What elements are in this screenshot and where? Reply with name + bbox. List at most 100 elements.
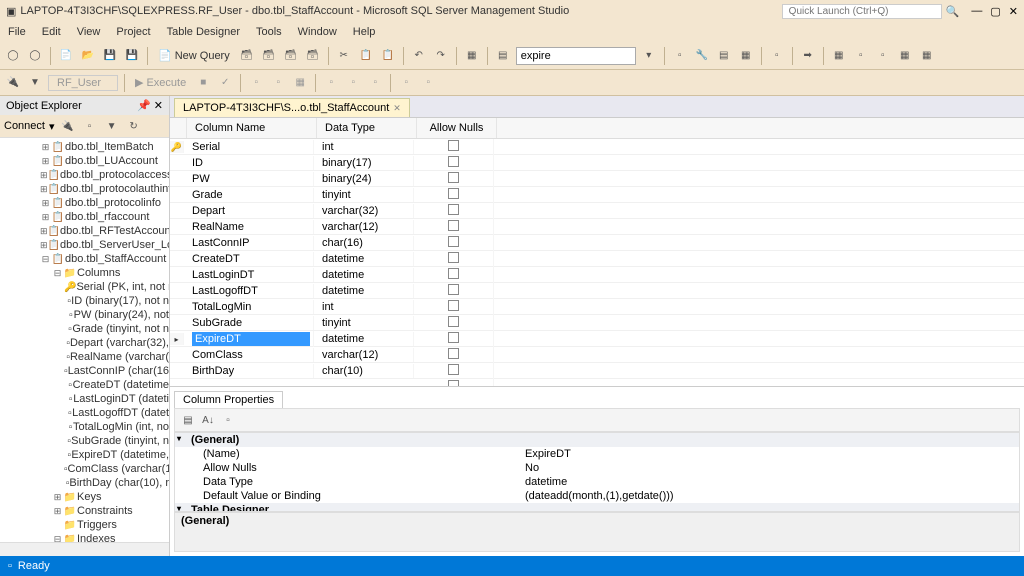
db-icon[interactable]: 🗃: [238, 47, 256, 65]
menu-window[interactable]: Window: [298, 26, 337, 38]
tree-node[interactable]: ⊟📁Indexes: [0, 532, 169, 542]
allow-nulls-checkbox[interactable]: [448, 188, 459, 199]
props-btn-icon[interactable]: ▫: [219, 411, 237, 429]
tree-node[interactable]: ⊞📋dbo.tbl_ItemBatch: [0, 140, 169, 154]
grid-row[interactable]: 🔑Serialint: [170, 139, 1024, 155]
tool10-icon[interactable]: ▦: [896, 47, 914, 65]
save-all-icon[interactable]: 💾: [123, 47, 141, 65]
db4-icon[interactable]: 🗃: [304, 47, 322, 65]
opt8-icon[interactable]: ▫: [419, 74, 437, 92]
paste-icon[interactable]: 📋: [379, 47, 397, 65]
grid-row[interactable]: Gradetinyint: [170, 187, 1024, 203]
connect-icon[interactable]: 🔌: [4, 74, 22, 92]
tree-node[interactable]: ⊞📋dbo.tbl_protocolauthinfo: [0, 182, 169, 196]
tool9-icon[interactable]: ▫: [874, 47, 892, 65]
tool11-icon[interactable]: ▦: [918, 47, 936, 65]
tree-node[interactable]: ⊞📋dbo.tbl_rfaccount: [0, 210, 169, 224]
tree-node[interactable]: ⊞📋dbo.tbl_LUAccount: [0, 154, 169, 168]
props-row[interactable]: Default Value or Binding(dateadd(month,(…: [175, 489, 1019, 503]
tree-node[interactable]: ⊞📁Constraints: [0, 504, 169, 518]
tree-node[interactable]: ⊞📁Keys: [0, 490, 169, 504]
db2-icon[interactable]: 🗃: [260, 47, 278, 65]
grid-row[interactable]: LastLogoffDTdatetime: [170, 283, 1024, 299]
minimize-button[interactable]: —: [971, 5, 982, 18]
prop-icon[interactable]: ▤: [494, 47, 512, 65]
quick-launch-input[interactable]: [782, 4, 942, 19]
allow-nulls-checkbox[interactable]: [448, 204, 459, 215]
save-icon[interactable]: 💾: [101, 47, 119, 65]
menu-file[interactable]: File: [8, 26, 26, 38]
menu-help[interactable]: Help: [353, 26, 376, 38]
grid-row[interactable]: RealNamevarchar(12): [170, 219, 1024, 235]
grid-icon[interactable]: ▦: [463, 47, 481, 65]
tool4-icon[interactable]: ▦: [737, 47, 755, 65]
menu-edit[interactable]: Edit: [42, 26, 61, 38]
tree-node[interactable]: ▫PW (binary(24), not: [0, 308, 169, 322]
grid-row[interactable]: ▸datetime: [170, 331, 1024, 347]
header-allow-nulls[interactable]: Allow Nulls: [417, 118, 497, 138]
props-row[interactable]: (Name)ExpireDT: [175, 447, 1019, 461]
tree[interactable]: ⊞📋dbo.tbl_ItemBatch⊞📋dbo.tbl_LUAccount ⊞📋…: [0, 138, 169, 542]
tool8-icon[interactable]: ▫: [852, 47, 870, 65]
tree-node[interactable]: ▫LastConnIP (char(16: [0, 364, 169, 378]
grid-row[interactable]: PWbinary(24): [170, 171, 1024, 187]
menu-tools[interactable]: Tools: [256, 26, 282, 38]
allow-nulls-checkbox[interactable]: [448, 140, 459, 151]
grid-row[interactable]: TotalLogMinint: [170, 299, 1024, 315]
grid-row[interactable]: CreateDTdatetime: [170, 251, 1024, 267]
cut-icon[interactable]: ✂: [335, 47, 353, 65]
tab-close-icon[interactable]: ✕: [393, 103, 401, 114]
parse-icon[interactable]: ✓: [216, 74, 234, 92]
connect-button[interactable]: Connect: [4, 120, 45, 132]
toolbar-search-input[interactable]: [516, 47, 636, 65]
menu-view[interactable]: View: [77, 26, 101, 38]
tree-node[interactable]: ▫BirthDay (char(10), r: [0, 476, 169, 490]
opt2-icon[interactable]: ▫: [269, 74, 287, 92]
copy-icon[interactable]: 📋: [357, 47, 375, 65]
grid-row[interactable]: LastLoginDTdatetime: [170, 267, 1024, 283]
sort-icon[interactable]: A↓: [199, 411, 217, 429]
tool7-icon[interactable]: ▦: [830, 47, 848, 65]
close-button[interactable]: ✕: [1009, 5, 1018, 18]
allow-nulls-checkbox[interactable]: [448, 316, 459, 327]
props-row[interactable]: Data Typedatetime: [175, 475, 1019, 489]
opt6-icon[interactable]: ▫: [366, 74, 384, 92]
allow-nulls-checkbox[interactable]: [448, 364, 459, 375]
cb4-icon[interactable]: ↻: [125, 117, 143, 135]
cb3-icon[interactable]: ▼: [103, 117, 121, 135]
open-icon[interactable]: 📂: [79, 47, 97, 65]
nav-fwd-icon[interactable]: ◯: [26, 47, 44, 65]
props-table-designer-header[interactable]: ▾Table Designer: [175, 503, 1019, 512]
tree-node[interactable]: ▫ExpireDT (datetime,: [0, 448, 169, 462]
grid-row[interactable]: IDbinary(17): [170, 155, 1024, 171]
tree-node[interactable]: 📁Triggers: [0, 518, 169, 532]
horizontal-scrollbar[interactable]: [0, 542, 169, 556]
maximize-button[interactable]: ▢: [990, 5, 1000, 18]
new-file-icon[interactable]: 📄: [57, 47, 75, 65]
allow-nulls-checkbox[interactable]: [448, 332, 459, 343]
allow-nulls-checkbox[interactable]: [448, 220, 459, 231]
tool2-icon[interactable]: 🔧: [693, 47, 711, 65]
disc-icon[interactable]: ▼: [26, 74, 44, 92]
cb1-icon[interactable]: 🔌: [59, 117, 77, 135]
tree-node[interactable]: ▫SubGrade (tinyint, n: [0, 434, 169, 448]
stop-icon[interactable]: ■: [194, 74, 212, 92]
explorer-pin-icon[interactable]: 📌 ✕: [137, 99, 163, 112]
props-grid[interactable]: ▾(General) (Name)ExpireDTAllow NullsNoDa…: [174, 432, 1020, 512]
tree-node[interactable]: ▫Depart (varchar(32),: [0, 336, 169, 350]
tree-node[interactable]: ▫ComClass (varchar(1: [0, 462, 169, 476]
tool3-icon[interactable]: ▤: [715, 47, 733, 65]
tree-node[interactable]: ⊟📁Columns: [0, 266, 169, 280]
tree-node[interactable]: ⊞📋dbo.tbl_ServerUser_Log: [0, 238, 169, 252]
tool5-icon[interactable]: ▫: [768, 47, 786, 65]
search-icon[interactable]: 🔍: [946, 5, 960, 18]
menu-table-designer[interactable]: Table Designer: [167, 26, 240, 38]
undo-icon[interactable]: ↶: [410, 47, 428, 65]
cb2-icon[interactable]: ▫: [81, 117, 99, 135]
tool6-icon[interactable]: ➡: [799, 47, 817, 65]
execute-button[interactable]: ▶ Execute: [131, 76, 190, 89]
allow-nulls-checkbox[interactable]: [448, 252, 459, 263]
props-tab[interactable]: Column Properties: [174, 391, 283, 408]
tree-node[interactable]: ▫RealName (varchar(: [0, 350, 169, 364]
tree-node[interactable]: ⊞📋dbo.tbl_RFTestAccount: [0, 224, 169, 238]
